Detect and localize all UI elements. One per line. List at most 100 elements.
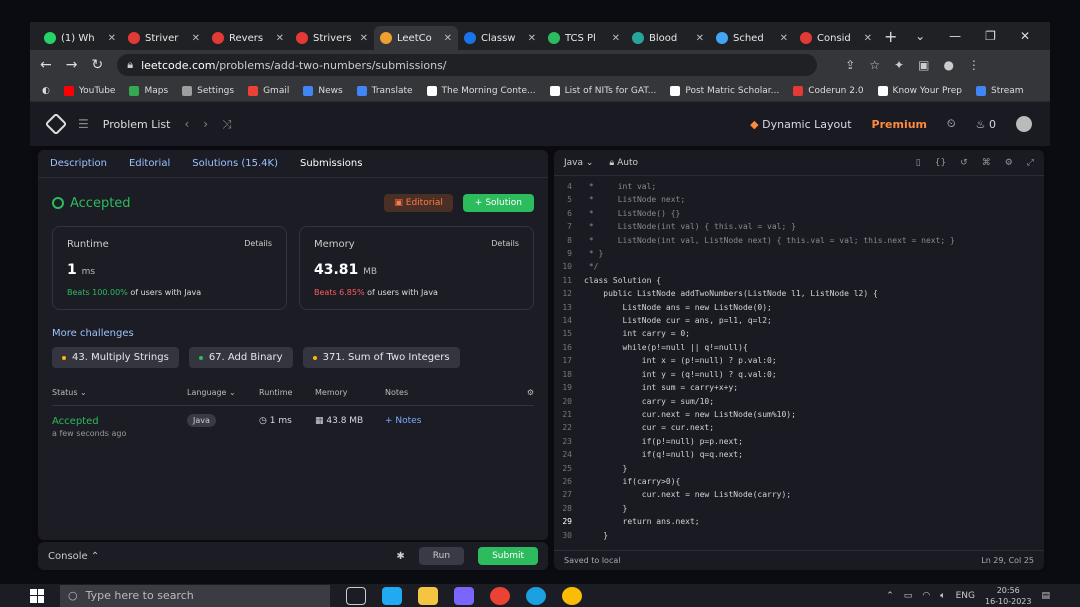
input-language[interactable]: ENG	[956, 591, 975, 601]
memory-card[interactable]: Memory Details 43.81 MB Beats 6.85% of us…	[299, 226, 534, 310]
maximize-button[interactable]: ❐	[985, 29, 996, 43]
close-tab-icon[interactable]: ✕	[276, 33, 284, 44]
bookmark-item[interactable]: Settings	[182, 85, 234, 96]
task-view-icon[interactable]	[346, 586, 366, 605]
tab-editorial[interactable]: Editorial	[129, 158, 170, 169]
close-tab-icon[interactable]: ✕	[780, 33, 788, 44]
memory-details-link[interactable]: Details	[491, 239, 519, 250]
menu-icon[interactable]: ⋮	[968, 58, 980, 72]
bookmark-item[interactable]: Stream	[975, 85, 1024, 96]
run-button[interactable]: Run	[418, 547, 465, 565]
language-select[interactable]: Java ⌄	[564, 158, 593, 168]
browser-tab[interactable]: TCS Pl ✕	[542, 26, 626, 50]
edge-icon[interactable]	[526, 586, 546, 605]
bookmark-item[interactable]: Maps	[129, 85, 168, 96]
code-line[interactable]: 4 * int val;	[554, 180, 1044, 193]
code-line[interactable]: 12 public ListNode addTwoNumbers(ListNod…	[554, 287, 1044, 300]
code-line[interactable]: 24 if(q!=null) q=q.next;	[554, 448, 1044, 461]
browser-tab[interactable]: LeetCo ✕	[374, 26, 458, 50]
tray-arrow-icon[interactable]: ⌃	[886, 591, 894, 601]
bookmark-item[interactable]: List of NITs for GAT...	[549, 85, 656, 96]
shortcut-icon[interactable]: ⌘	[982, 158, 991, 168]
code-line[interactable]: 11 class Solution {	[554, 274, 1044, 287]
close-tab-icon[interactable]: ✕	[108, 33, 116, 44]
runtime-details-link[interactable]: Details	[244, 239, 272, 250]
code-line[interactable]: 21 cur.next = new ListNode(sum%10);	[554, 408, 1044, 421]
prev-problem-icon[interactable]: ‹	[184, 117, 189, 131]
submit-button[interactable]: Submit	[478, 547, 538, 565]
dynamic-layout-button[interactable]: ◆ Dynamic Layout	[750, 118, 851, 131]
close-tab-icon[interactable]: ✕	[696, 33, 704, 44]
code-line[interactable]: 14 ListNode cur = ans, p=l1, q=l2;	[554, 314, 1044, 327]
bookmark-star-icon[interactable]: ☆	[869, 58, 880, 72]
timer-icon[interactable]: ⏲	[947, 117, 956, 131]
wifi-icon[interactable]: ◠	[922, 591, 930, 601]
code-line[interactable]: 25 }	[554, 462, 1044, 475]
browser-tab[interactable]: Blood ✕	[626, 26, 710, 50]
code-line[interactable]: 7 * ListNode(int val) { this.val = val; …	[554, 220, 1044, 233]
close-tab-icon[interactable]: ✕	[444, 33, 452, 44]
leetcode-logo-icon[interactable]	[44, 112, 68, 136]
back-button[interactable]: ←	[40, 57, 52, 73]
code-line[interactable]: 29 return ans.next;	[554, 515, 1044, 528]
browser-tab[interactable]: (1) Wh ✕	[38, 26, 122, 50]
code-area[interactable]: 4 * int val; 5 * ListNode next; 6 * ListNo…	[554, 176, 1044, 542]
bookmark-item[interactable]: News	[303, 85, 343, 96]
chrome-icon[interactable]	[490, 586, 510, 605]
reload-button[interactable]: ↻	[91, 57, 103, 73]
battery-icon[interactable]: ▭	[904, 591, 913, 601]
solution-button[interactable]: + Solution	[462, 194, 534, 212]
browser-tab[interactable]: Revers ✕	[206, 26, 290, 50]
streak-counter[interactable]: ♨ 0	[976, 118, 996, 131]
chrome-apps-icon[interactable]: ◐	[42, 86, 50, 96]
auto-mode-toggle[interactable]: 🔒︎ Auto	[609, 158, 638, 168]
runtime-card[interactable]: Runtime Details 1 ms Beats 100.00% of use…	[52, 226, 287, 310]
new-tab-button[interactable]: +	[884, 27, 897, 46]
profile-icon[interactable]: ●	[943, 58, 953, 72]
vscode-icon[interactable]	[382, 586, 402, 605]
notifications-icon[interactable]: ▤	[1041, 591, 1050, 601]
table-row[interactable]: Accepted a few seconds ago Java ◷ 1 ms ▦…	[52, 406, 534, 438]
settings-icon[interactable]: ⚙	[1005, 158, 1013, 168]
bookmark-item[interactable]: Know Your Prep	[877, 85, 962, 96]
code-line[interactable]: 27 cur.next = new ListNode(carry);	[554, 488, 1044, 501]
code-line[interactable]: 20 carry = sum/10;	[554, 395, 1044, 408]
code-line[interactable]: 9 * }	[554, 247, 1044, 260]
close-tab-icon[interactable]: ✕	[528, 33, 536, 44]
challenge-chip[interactable]: 67. Add Binary	[188, 347, 293, 368]
code-line[interactable]: 17 int x = (p!=null) ? p.val:0;	[554, 354, 1044, 367]
tab-solutions[interactable]: Solutions (15.4K)	[192, 158, 278, 169]
browser-tab[interactable]: Striver ✕	[122, 26, 206, 50]
code-line[interactable]: 10 */	[554, 260, 1044, 273]
editorial-button[interactable]: ▣ Editorial	[384, 194, 453, 212]
app-icon[interactable]	[454, 586, 474, 605]
bookmark-item[interactable]: Gmail	[248, 85, 289, 96]
challenge-chip[interactable]: 43. Multiply Strings	[52, 347, 179, 368]
volume-icon[interactable]: 🔈︎	[940, 591, 945, 601]
console-toggle[interactable]: Console ⌃	[48, 551, 99, 562]
code-line[interactable]: 6 * ListNode() {}	[554, 207, 1044, 220]
challenge-chip[interactable]: 371. Sum of Two Integers	[302, 347, 460, 368]
code-line[interactable]: 5 * ListNode next;	[554, 193, 1044, 206]
file-explorer-icon[interactable]	[418, 586, 438, 605]
row-status[interactable]: Accepted	[52, 416, 187, 427]
language-column-header[interactable]: Language ⌄	[187, 388, 259, 397]
minimize-button[interactable]: —	[949, 29, 961, 43]
next-problem-icon[interactable]: ›	[203, 117, 208, 131]
code-line[interactable]: 28 }	[554, 502, 1044, 515]
taskbar-search[interactable]: ○ Type here to search	[60, 584, 330, 607]
windows-start-icon[interactable]	[30, 588, 44, 603]
bookmark-item[interactable]: YouTube	[63, 85, 115, 96]
shuffle-icon[interactable]: ⤨	[222, 117, 232, 132]
status-column-header[interactable]: Status ⌄	[52, 388, 187, 397]
premium-link[interactable]: Premium	[872, 118, 927, 131]
browser-tab[interactable]: Sched ✕	[710, 26, 794, 50]
bookmark-icon[interactable]: ▯	[916, 158, 921, 168]
bookmark-item[interactable]: Post Matric Scholar...	[670, 85, 779, 96]
sidepanel-icon[interactable]: ▣	[918, 58, 929, 72]
close-tab-icon[interactable]: ✕	[864, 33, 872, 44]
code-line[interactable]: 22 cur = cur.next;	[554, 421, 1044, 434]
share-icon[interactable]: ⇪	[845, 58, 855, 72]
code-line[interactable]: 13 ListNode ans = new ListNode(0);	[554, 301, 1044, 314]
address-bar[interactable]: 🔒︎ leetcode.com/problems/add-two-numbers…	[117, 54, 818, 76]
